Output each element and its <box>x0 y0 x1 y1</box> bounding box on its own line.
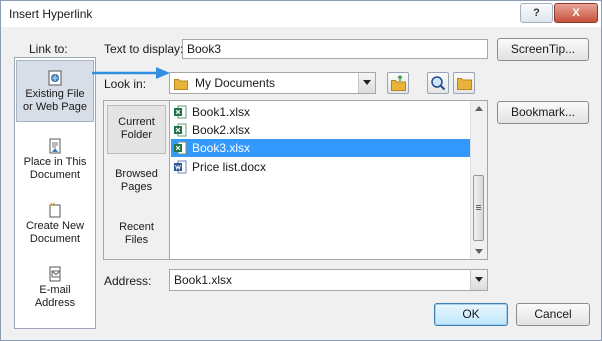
recent-files-tab[interactable]: Recent Files <box>107 221 166 251</box>
link-to-email-address[interactable]: E-mail Address <box>16 266 94 310</box>
address-label: Address: <box>104 274 152 288</box>
sub-nav-label-line2: Files <box>124 234 149 246</box>
folder-icon <box>174 79 188 90</box>
email-address-icon <box>49 266 61 282</box>
link-to-label-line2: Document <box>29 169 81 181</box>
file-list-item[interactable]: Price list.docx <box>172 158 266 176</box>
chevron-down-icon[interactable] <box>470 270 487 290</box>
file-list-item[interactable]: Book1.xlsx <box>172 103 250 121</box>
file-name: Book3.xlsx <box>192 141 251 155</box>
existing-file-icon <box>48 70 62 86</box>
text-to-display-label: Text to display: <box>104 42 184 56</box>
link-to-label-line1: Existing File <box>25 88 85 100</box>
sub-nav-label-line1: Recent <box>119 221 154 233</box>
sub-nav-label-line1: Browsed <box>115 168 158 180</box>
excel-file-icon <box>174 105 187 119</box>
scroll-down-icon[interactable] <box>475 249 483 254</box>
look-in-label: Look in: <box>104 77 147 91</box>
file-list-item[interactable]: Book2.xlsx <box>172 121 250 139</box>
file-list-scrollbar[interactable] <box>470 101 487 259</box>
sub-nav-label-line2: Folder <box>120 129 153 141</box>
current-folder-tab[interactable]: Current Folder <box>107 105 166 154</box>
word-file-icon <box>174 160 187 174</box>
create-new-document-icon <box>48 202 61 218</box>
address-value: Book1.xlsx <box>174 273 233 287</box>
text-to-display-input[interactable]: Book3 <box>182 39 488 59</box>
insert-hyperlink-dialog: Insert Hyperlink ? X Link to: Existing F… <box>0 0 602 341</box>
look-in-sub-nav: Current Folder Browsed Pages Recent File… <box>103 100 169 260</box>
look-in-value: My Documents <box>195 76 276 90</box>
title-bar: Insert Hyperlink ? X <box>1 1 601 27</box>
scroll-up-icon[interactable] <box>475 106 483 111</box>
excel-file-icon <box>174 123 187 137</box>
browse-web-button[interactable] <box>427 72 449 94</box>
link-to-label-line1: Create New <box>25 220 85 232</box>
address-combobox[interactable]: Book1.xlsx <box>169 269 488 291</box>
scroll-thumb[interactable] <box>473 175 484 241</box>
link-to-label-line2: or Web Page <box>22 101 87 113</box>
browse-file-icon <box>457 78 472 90</box>
help-button[interactable]: ? <box>520 3 553 23</box>
browsed-pages-tab[interactable]: Browsed Pages <box>107 168 166 198</box>
browse-file-button[interactable] <box>453 72 475 94</box>
link-to-label-line2: Document <box>29 233 81 245</box>
look-in-dropdown[interactable]: My Documents <box>169 72 376 94</box>
link-to-label: Link to: <box>29 42 68 56</box>
file-name: Book2.xlsx <box>192 123 251 137</box>
file-name: Book1.xlsx <box>192 105 251 119</box>
file-list: Book1.xlsx Book2.xlsx Book3.xlsx Price l… <box>169 100 488 260</box>
file-name: Price list.docx <box>192 160 267 174</box>
browse-web-icon <box>431 76 446 91</box>
sub-nav-label-line2: Pages <box>120 181 153 193</box>
link-to-label-line1: E-mail <box>39 284 71 296</box>
link-to-label-line1: Place in This <box>23 156 87 168</box>
place-in-document-icon <box>49 138 61 154</box>
folder-up-icon <box>391 75 406 91</box>
link-to-existing-file[interactable]: Existing File or Web Page <box>16 60 94 122</box>
sub-nav-label-line1: Current <box>118 116 155 128</box>
link-to-create-new-document[interactable]: Create New Document <box>16 202 94 246</box>
ok-button[interactable]: OK <box>434 303 508 326</box>
link-to-panel: Existing File or Web Page Place in This … <box>14 57 96 329</box>
browse-folder-button[interactable] <box>387 72 409 94</box>
cancel-button[interactable]: Cancel <box>516 303 590 326</box>
link-to-label-line2: Address <box>34 297 76 309</box>
window-title: Insert Hyperlink <box>9 7 93 21</box>
bookmark-button[interactable]: Bookmark... <box>497 101 589 124</box>
chevron-down-icon[interactable] <box>358 73 375 93</box>
link-to-place-in-document[interactable]: Place in This Document <box>16 138 94 182</box>
screentip-button[interactable]: ScreenTip... <box>497 38 589 61</box>
file-list-item-selected[interactable]: Book3.xlsx <box>171 139 470 157</box>
excel-file-icon <box>174 141 187 155</box>
close-button[interactable]: X <box>554 3 598 23</box>
